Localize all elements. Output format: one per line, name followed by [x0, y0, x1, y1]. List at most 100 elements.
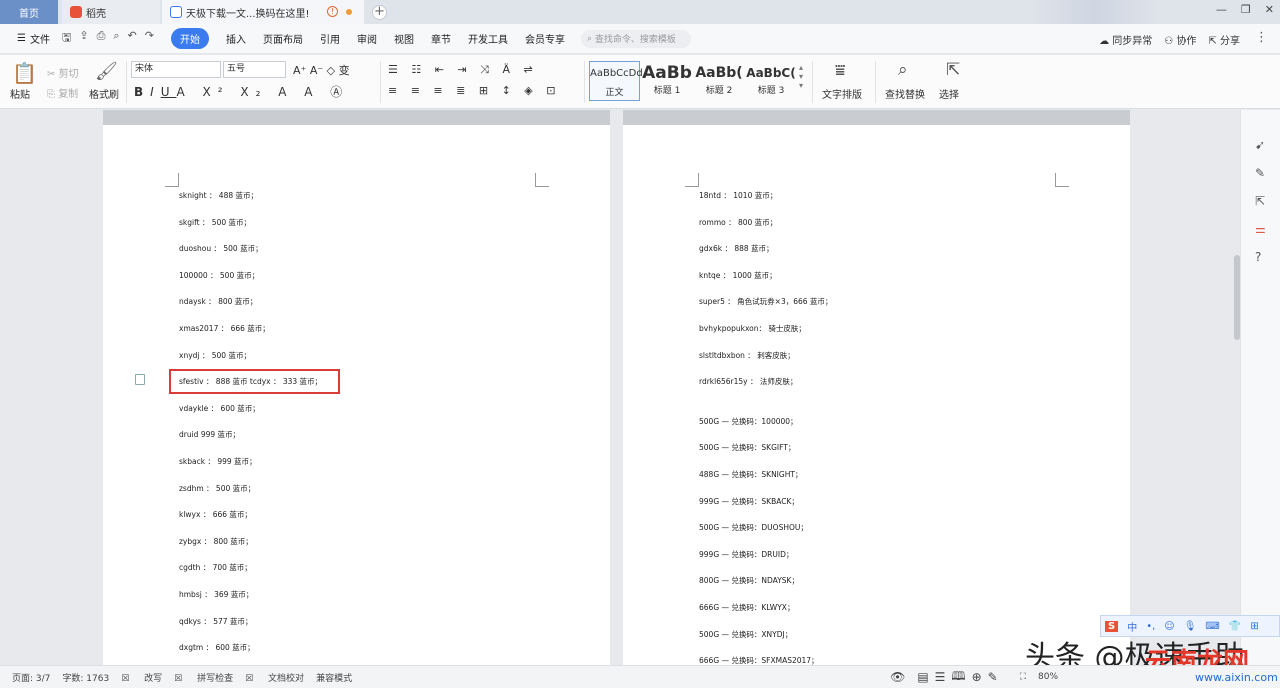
status-spell[interactable]: ☒ 拼写检查	[174, 671, 233, 684]
status-compat: 兼容模式	[316, 673, 353, 684]
status-proof[interactable]: ☒ 文档校对	[245, 671, 304, 684]
brush-icon[interactable]: 🖌	[95, 61, 118, 82]
text-line: slstltdbxbon ： 刺客皮肤；	[699, 350, 795, 360]
outline-view-icon[interactable]: ☰	[935, 670, 946, 684]
style-normal[interactable]: AaBbCcDd 正文	[589, 61, 643, 101]
divider	[875, 61, 876, 103]
paragraph-handle-icon[interactable]	[135, 374, 145, 385]
font-format-icons[interactable]: BIUA X² X₂ A A Ⓐ	[134, 83, 349, 100]
text-line: gdx6k ： 888 蓝币；	[699, 244, 774, 254]
status-revise-label: 改写	[144, 673, 163, 684]
find-replace-button[interactable]: 查找替换	[885, 86, 925, 101]
status-revise[interactable]: ☒ 改写	[121, 671, 162, 684]
style-heading2[interactable]: AaBb( 标题 2	[694, 61, 744, 101]
eye-icon[interactable]: 👁	[890, 670, 905, 684]
copy-label: 复制	[58, 89, 79, 100]
preview-icon[interactable]: ⌕	[113, 29, 119, 48]
fit-icon[interactable]: ⛶	[1020, 672, 1026, 682]
style-normal-label: 正文	[605, 88, 624, 98]
list-icons[interactable]: ☰ ☷ ⇤ ⇥ ⤨ Ä ⇌	[388, 63, 538, 77]
export-icon[interactable]: ⇪	[79, 29, 88, 48]
web-view-icon[interactable]: ⊕	[972, 670, 982, 684]
text-layout-button[interactable]: 文字排版	[822, 86, 862, 101]
text-line: 999G — 兑换码：DRUID；	[699, 549, 794, 559]
sync-button[interactable]: ☁ 同步异常	[1099, 32, 1152, 47]
sync-label: 同步异常	[1112, 36, 1153, 47]
share-button[interactable]: ⇱ 分享	[1208, 32, 1240, 47]
cloud-icon: ☁	[1099, 36, 1113, 47]
menu-review[interactable]: 审阅	[357, 31, 377, 46]
select-button[interactable]: 选择	[939, 86, 959, 101]
document-page-left[interactable]: sknight ： 488 蓝币； skgift ： 500 蓝币； duoshou…	[103, 125, 610, 665]
paste-button[interactable]: 粘贴	[10, 86, 30, 101]
collab-button[interactable]: ⚇ 协作	[1164, 32, 1196, 47]
restore-icon[interactable]: ❐	[1241, 3, 1251, 16]
print-icon[interactable]: ⎙	[97, 29, 106, 48]
align-icons[interactable]: ≡ ≡ ≡ ≣ ⊞ ↕ ◈ ⊡	[388, 84, 560, 97]
hamburger-icon[interactable]: ☰	[17, 33, 26, 44]
skin-icon[interactable]: 👕	[1229, 621, 1241, 632]
format-painter-button[interactable]: 格式刷	[89, 86, 119, 101]
save-icon[interactable]: 🖫	[62, 29, 71, 48]
emoji-icon[interactable]: ☺	[1164, 621, 1174, 632]
document-page-right[interactable]: 18ntd ： 1010 蓝币； rommo ： 800 蓝币； gdx6k ： 8…	[623, 125, 1130, 665]
menu-insert[interactable]: 插入	[226, 31, 246, 46]
ribbon: 📋 粘贴 ✂ 剪切 ⎘ 复制 🖌 格式刷 宋体 五号 A⁺ A⁻ ◇ 变 BIU…	[0, 55, 1280, 109]
page-view-icon[interactable]: ▤	[917, 670, 928, 684]
tab-home[interactable]: 首页	[0, 0, 58, 24]
font-size-select[interactable]: 五号	[223, 61, 286, 78]
pointer-icon[interactable]: ⇱	[1255, 194, 1265, 208]
more-icon[interactable]: ⋮	[1255, 30, 1268, 45]
redo-icon[interactable]: ↷	[145, 29, 154, 48]
new-tab-button[interactable]: +	[372, 5, 387, 20]
command-search-input[interactable]: ⌕ 查找命令、搜索模板	[580, 29, 691, 48]
paste-icon[interactable]: 📋	[12, 61, 37, 85]
menu-layout[interactable]: 页面布局	[263, 31, 303, 46]
text-line: 666G — 兑换码：KLWYX；	[699, 603, 795, 612]
cursor-icon[interactable]: ⇱	[946, 60, 960, 80]
text-line: dxgtm ： 600 蓝币；	[179, 643, 255, 653]
divider	[380, 61, 381, 103]
tab-document[interactable]: 天极下载一文...换码在这里!!	[162, 0, 364, 24]
menu-file[interactable]: 文件	[30, 31, 50, 46]
style-heading3[interactable]: AaBbC( 标题 3	[746, 61, 796, 101]
rocket-icon[interactable]: ➹	[1255, 138, 1265, 152]
menu-view[interactable]: 视图	[394, 31, 414, 46]
undo-icon[interactable]: ↶	[128, 29, 137, 48]
grid-icon[interactable]: ⊞	[1250, 621, 1258, 632]
read-view-icon[interactable]: 🕮	[951, 667, 965, 688]
menu-developer[interactable]: 开发工具	[468, 31, 508, 46]
punctuation-icon[interactable]: •,	[1146, 621, 1155, 632]
help-icon[interactable]: ?	[1255, 250, 1261, 264]
style-heading1[interactable]: AaBb 标题 1	[642, 61, 692, 101]
text-layout-icon[interactable]: ⩸	[835, 61, 845, 81]
font-grow-icon[interactable]: A⁺ A⁻ ◇ 变	[293, 62, 350, 78]
document-workspace[interactable]: sknight ： 488 蓝币； skgift ： 500 蓝币； duoshou…	[0, 110, 1240, 665]
pen-icon[interactable]: ✎	[1255, 166, 1265, 180]
magnifier-icon[interactable]: ⌕	[898, 60, 908, 80]
minimize-icon[interactable]: —	[1216, 3, 1227, 16]
warning-icon[interactable]: !	[327, 6, 338, 17]
copy-button[interactable]: ⎘ 复制	[47, 85, 78, 100]
style-scroll-icon[interactable]: ▴ ▾ ▾	[799, 63, 803, 90]
text-line: cgdth ： 700 蓝币；	[179, 563, 252, 573]
mic-icon[interactable]: 🎙	[1184, 621, 1197, 632]
keyboard-icon[interactable]: ⌨	[1205, 621, 1219, 632]
menu-member[interactable]: 会员专享	[525, 31, 565, 46]
menu-reference[interactable]: 引用	[320, 31, 340, 46]
text-line: 999G — 兑换码：SKBACK；	[699, 496, 799, 506]
status-page[interactable]: 页面: 3/7	[12, 671, 50, 684]
font-select[interactable]: 宋体	[131, 61, 221, 78]
cut-button[interactable]: ✂ 剪切	[47, 65, 79, 80]
status-spell-label: 拼写检查	[197, 673, 234, 684]
zoom-level[interactable]: 80%	[1038, 672, 1058, 682]
menu-home[interactable]: 开始	[170, 28, 209, 49]
pen-mode-icon[interactable]: ✎	[988, 670, 998, 684]
collab-label: 协作	[1176, 36, 1197, 47]
tab-wps[interactable]: 稻壳	[62, 0, 160, 24]
close-icon[interactable]: ✕	[1265, 3, 1274, 16]
status-words[interactable]: 字数: 1763	[62, 671, 109, 684]
text-line: 800G — 兑换码：NDAYSK；	[699, 576, 799, 586]
menu-chapter[interactable]: 章节	[431, 31, 451, 46]
settings-sliders-icon[interactable]: ⚌	[1255, 222, 1266, 236]
